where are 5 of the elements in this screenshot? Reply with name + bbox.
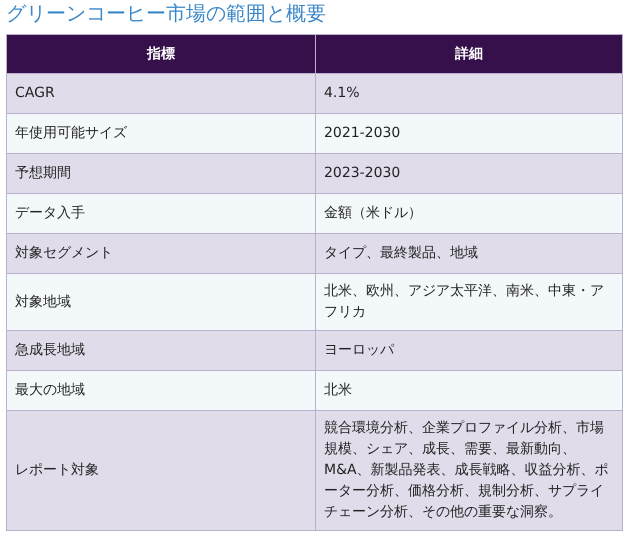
- column-header: 詳細: [316, 34, 622, 74]
- table-cell: レポート対象: [6, 410, 316, 530]
- page-title: グリーンコーヒー市場の範囲と概要: [6, 0, 326, 26]
- column-header: 指標: [6, 34, 316, 74]
- table-cell: 競合環境分析、企業プロファイル分析、市場規模、シェア、成長、需要、最新動向、M&A、新製品発表、成長戦略、収益分析、ポーター分析、価格分析、規制分析、サプライチェーン分析、その他の重要な洞察。: [316, 410, 622, 530]
